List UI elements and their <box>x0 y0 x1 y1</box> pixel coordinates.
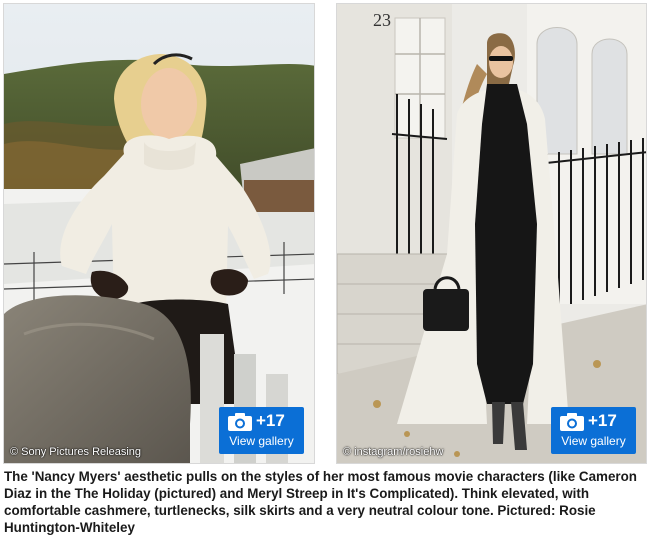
door-number: 23 <box>373 10 391 30</box>
photo-credit: © instagram/rosiehw <box>343 446 444 458</box>
view-gallery-label: View gallery <box>229 434 294 448</box>
gallery-count: +17 <box>588 411 617 430</box>
photo-rosie-huntington-whiteley[interactable]: 23 © instagram/rosiehw +17 View gallery <box>336 3 647 464</box>
camera-icon <box>560 413 584 431</box>
view-gallery-button[interactable]: +17 View gallery <box>551 407 636 454</box>
camera-icon <box>228 413 252 431</box>
view-gallery-button[interactable]: +17 View gallery <box>219 407 304 454</box>
photo-cameron-diaz[interactable]: © Sony Pictures Releasing +17 View galle… <box>3 3 315 464</box>
image-caption: The 'Nancy Myers' aesthetic pulls on the… <box>4 469 637 535</box>
gallery-count: +17 <box>256 411 285 430</box>
photo-image-left <box>4 4 314 463</box>
photo-credit: © Sony Pictures Releasing <box>10 446 142 458</box>
photo-image-right: 23 <box>337 4 646 463</box>
view-gallery-label: View gallery <box>561 434 626 448</box>
